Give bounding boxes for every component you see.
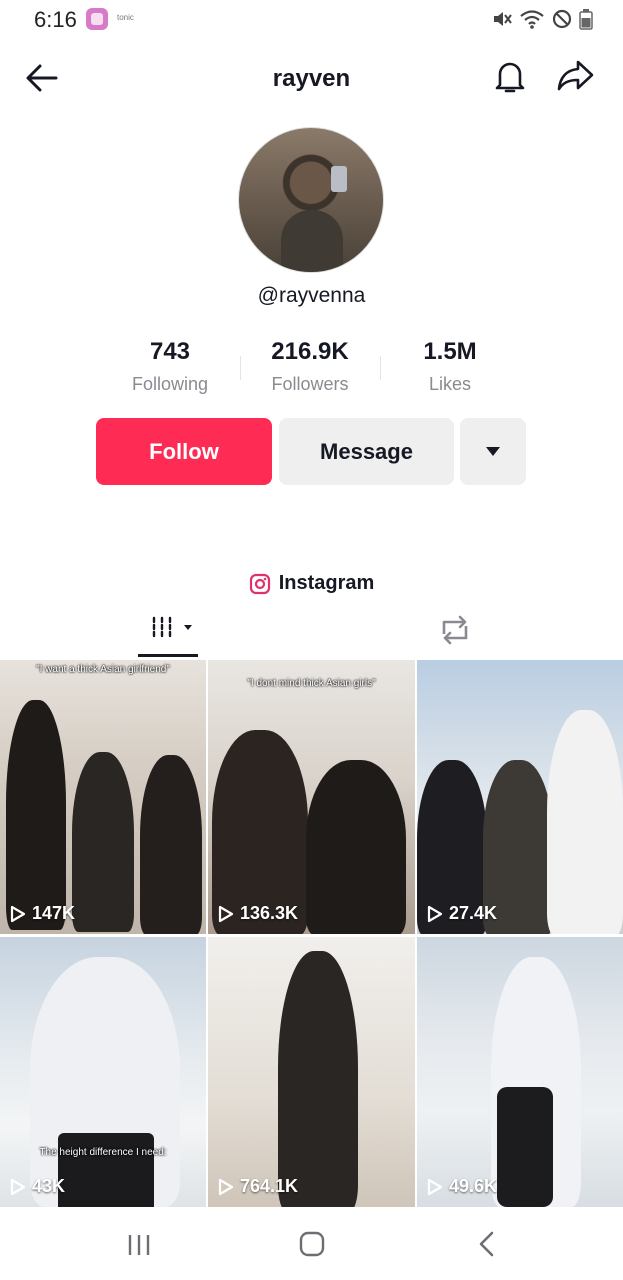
- content-tabs: [0, 608, 623, 660]
- play-icon: [218, 905, 234, 922]
- view-count: 43K: [10, 1176, 65, 1197]
- stat-following[interactable]: 743 Following: [100, 338, 240, 402]
- message-button[interactable]: Message: [279, 418, 454, 485]
- stat-value: 1.5M: [423, 338, 477, 365]
- thumbnail-figure: [547, 710, 623, 934]
- view-count: 764.1K: [218, 1176, 298, 1197]
- stat-label: Likes: [428, 374, 472, 394]
- video-thumbnail[interactable]: "I dont mind thick Asian girls" 136.3K: [208, 660, 415, 934]
- notifications-button[interactable]: [490, 56, 530, 96]
- caret-down-icon: [486, 447, 500, 456]
- do-not-disturb-icon: [552, 9, 572, 29]
- home-button[interactable]: [296, 1228, 328, 1260]
- app-notification-icon: [86, 8, 108, 30]
- play-icon: [427, 1178, 443, 1195]
- video-caption: "I want a thick Asian girlfriend": [36, 664, 170, 675]
- avatar[interactable]: [238, 127, 384, 273]
- tab-videos[interactable]: [138, 608, 198, 658]
- stat-label: Following: [131, 374, 209, 394]
- status-icons: [491, 8, 593, 30]
- play-icon: [10, 905, 26, 922]
- stat-value: 216.9K: [271, 338, 349, 365]
- status-bar: 6:16 tonic: [0, 0, 623, 40]
- thumbnail-figure: [306, 760, 406, 934]
- video-thumbnail[interactable]: 27.4K: [417, 660, 623, 934]
- stat-value: 743: [149, 338, 191, 365]
- recent-apps-icon: [128, 1235, 150, 1255]
- play-icon: [218, 1178, 234, 1195]
- stat-followers[interactable]: 216.9K Followers: [240, 338, 380, 402]
- video-thumbnail[interactable]: "I want a thick Asian girlfriend" 147K: [0, 660, 206, 934]
- follow-button[interactable]: Follow: [96, 418, 272, 485]
- profile-header: rayven: [0, 50, 623, 106]
- tab-reposts[interactable]: [428, 608, 482, 654]
- instagram-link-label: Instagram: [278, 572, 375, 594]
- more-options-button[interactable]: [460, 418, 526, 485]
- profile-stats: 743 Following 216.9K Followers 1.5M Like…: [100, 338, 522, 402]
- share-button[interactable]: [556, 56, 596, 96]
- mute-icon: [494, 12, 512, 26]
- wifi-icon: [520, 10, 544, 29]
- stat-likes[interactable]: 1.5M Likes: [380, 338, 520, 402]
- thumbnail-figure: [72, 752, 134, 932]
- thumbnail-figure: [58, 1133, 154, 1207]
- video-thumbnail[interactable]: The height difference I need: 43K: [0, 937, 206, 1207]
- active-tab-indicator: [138, 654, 198, 657]
- stat-label: Followers: [271, 374, 349, 394]
- video-caption: "I dont mind thick Asian girls": [247, 678, 376, 689]
- view-count-value: 43K: [32, 1176, 66, 1196]
- play-icon: [10, 1178, 26, 1195]
- repost-icon: [442, 615, 468, 645]
- view-count-value: 27.4K: [449, 903, 498, 923]
- view-count-value: 136.3K: [240, 903, 299, 923]
- share-arrow-icon: [557, 60, 594, 91]
- video-thumbnail[interactable]: 49.6K: [417, 937, 623, 1207]
- home-icon: [299, 1231, 325, 1257]
- thumbnail-figure: [6, 700, 66, 930]
- thumbnail-figure: [278, 951, 358, 1207]
- video-grid: "I want a thick Asian girlfriend" 147K "…: [0, 660, 623, 1207]
- instagram-icon: [249, 573, 270, 594]
- thumbnail-figure: [140, 755, 202, 934]
- view-count: 49.6K: [427, 1176, 497, 1197]
- video-grid-icon: [152, 616, 192, 638]
- video-thumbnail[interactable]: 764.1K: [208, 937, 415, 1207]
- view-count: 27.4K: [427, 903, 497, 924]
- system-nav-bar: [0, 1210, 623, 1280]
- view-count: 136.3K: [218, 903, 298, 924]
- view-count: 147K: [10, 903, 75, 924]
- video-caption: The height difference I need:: [39, 1147, 167, 1158]
- view-count-value: 764.1K: [240, 1176, 299, 1196]
- view-count-value: 147K: [32, 903, 76, 923]
- system-back-button[interactable]: [472, 1228, 502, 1260]
- view-count-value: 49.6K: [449, 1176, 498, 1196]
- bell-icon: [495, 62, 525, 93]
- app-notification-label: tonic: [117, 13, 134, 22]
- thumbnail-figure: [497, 1087, 553, 1207]
- status-time: 6:16: [34, 7, 77, 32]
- instagram-link[interactable]: Instagram: [0, 572, 623, 595]
- play-icon: [427, 905, 443, 922]
- username-handle: @rayvenna: [257, 284, 366, 307]
- recent-apps-button[interactable]: [124, 1230, 154, 1260]
- battery-icon: [579, 9, 593, 30]
- chevron-left-icon: [479, 1231, 494, 1257]
